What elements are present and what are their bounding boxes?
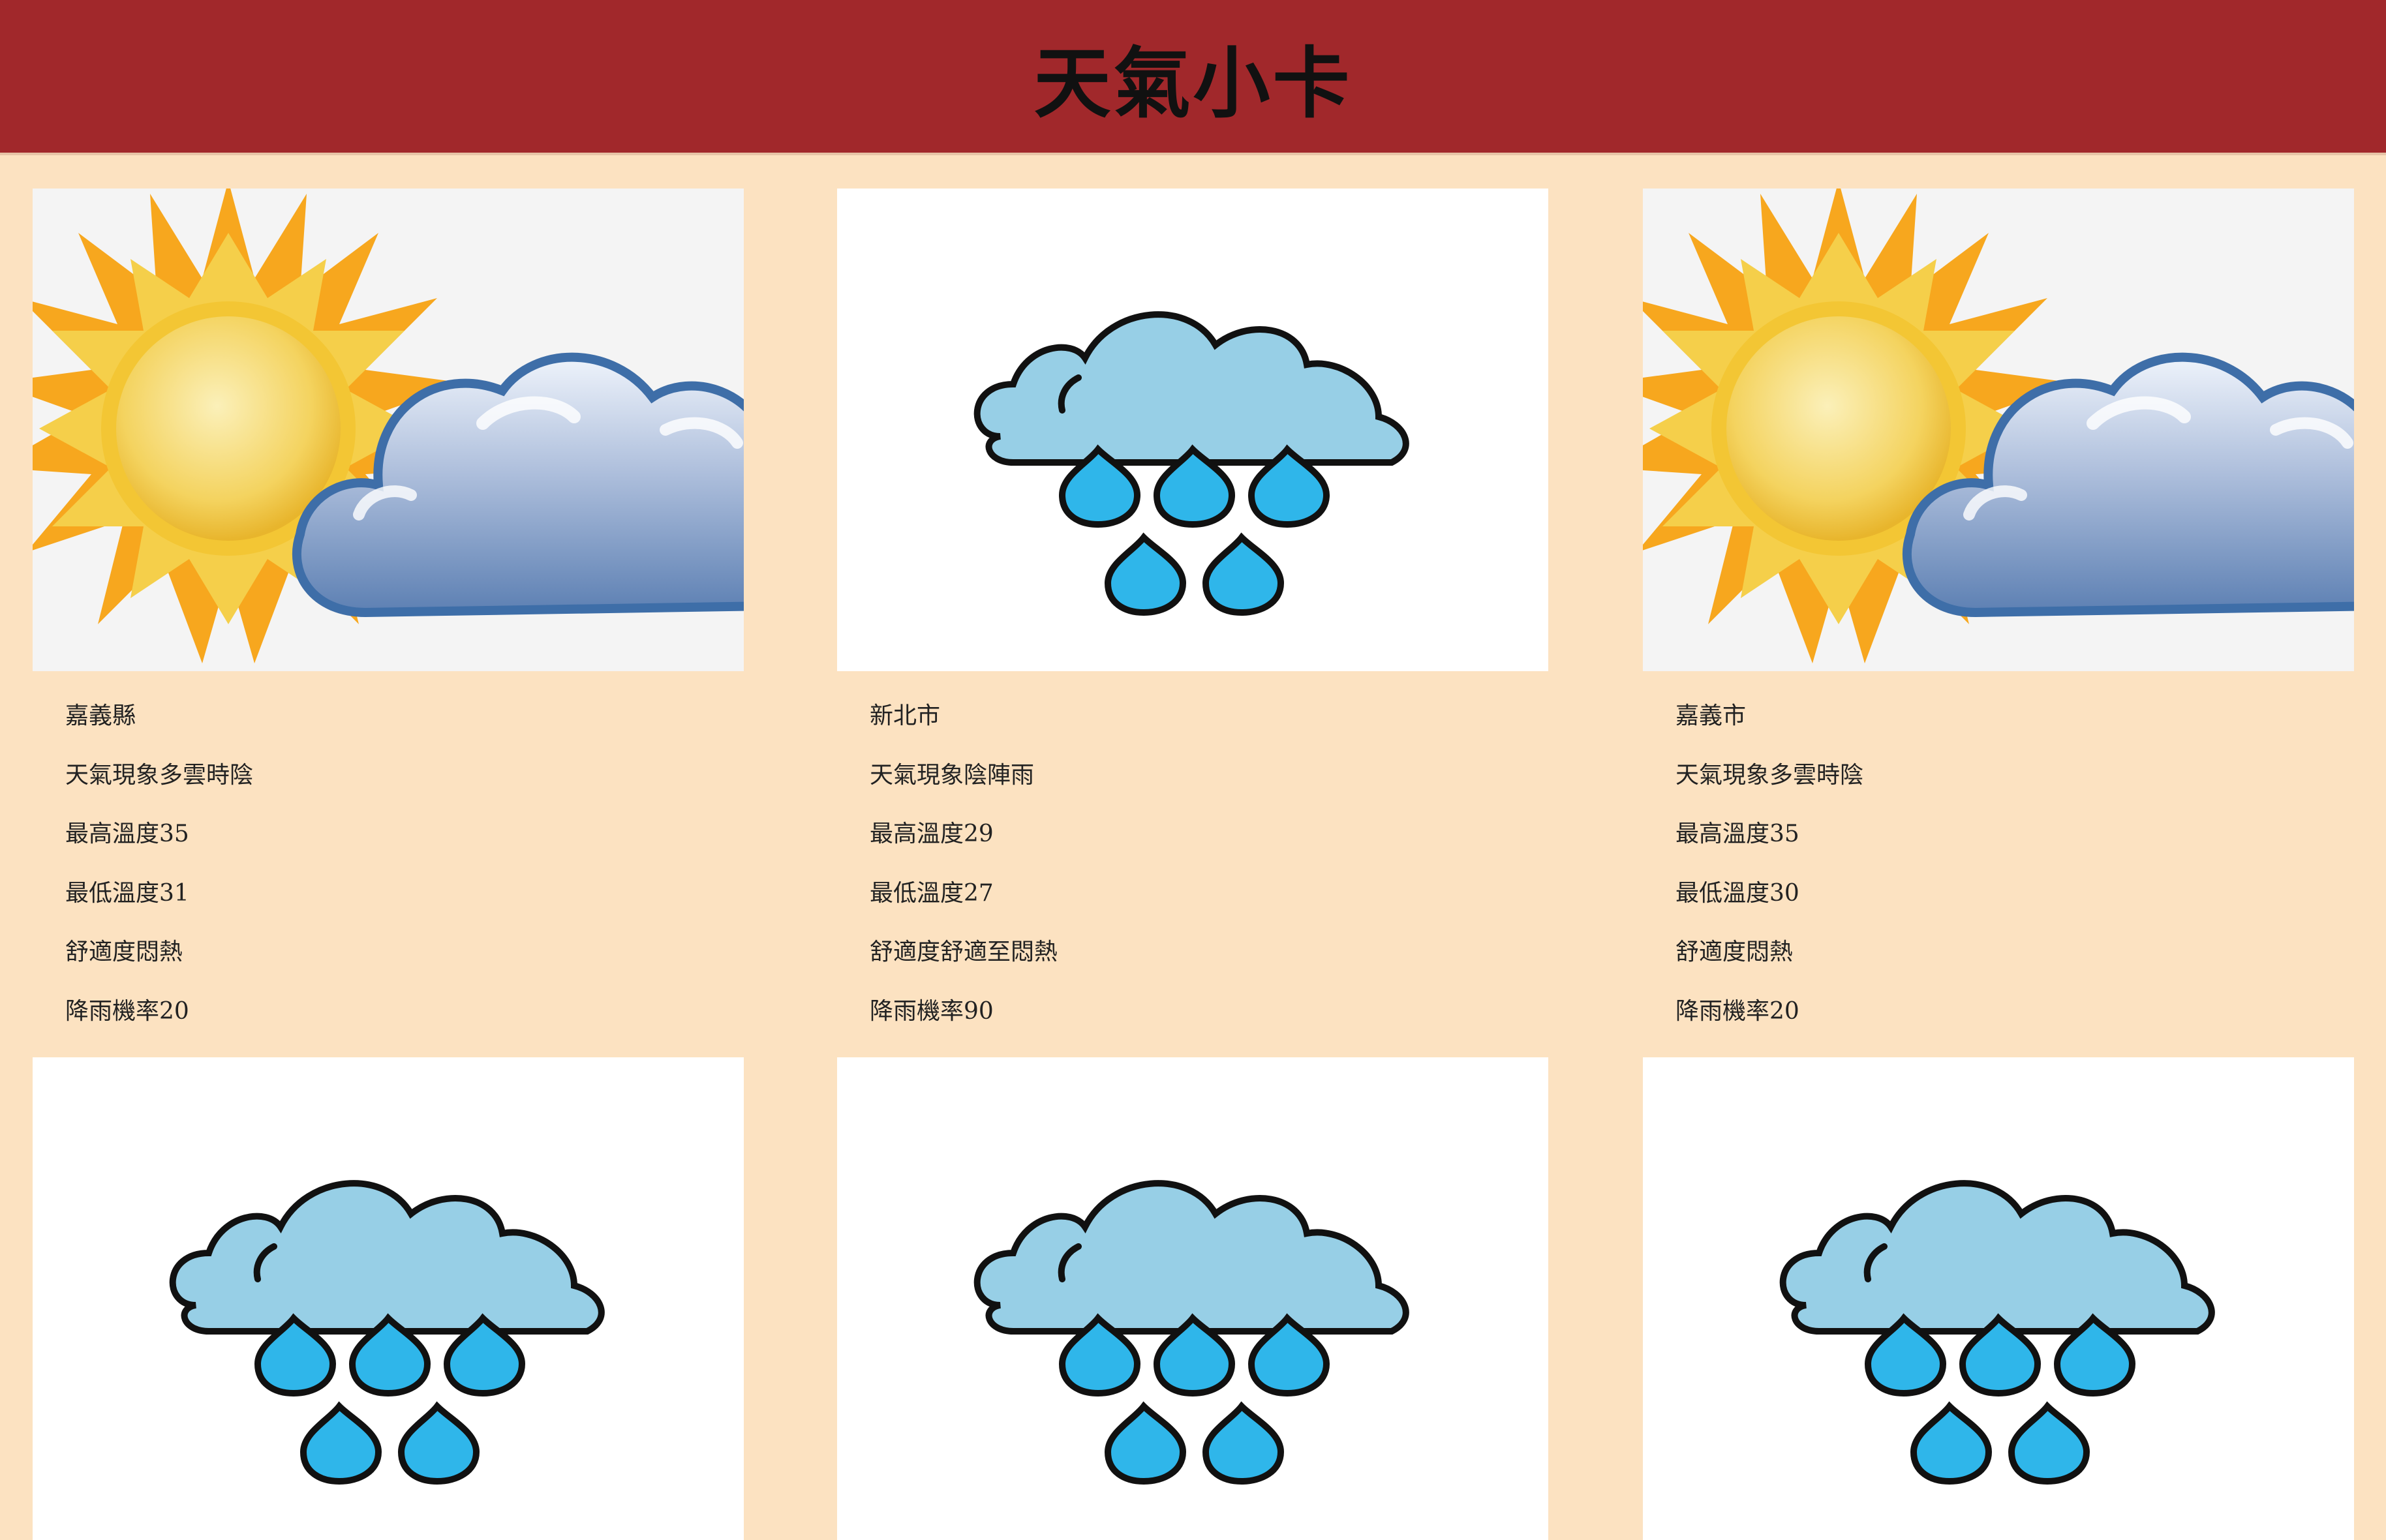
rain-probability: 降雨機率90 — [870, 997, 994, 1025]
weather-description: 天氣現象多雲時陰 — [1675, 761, 1864, 789]
weather-card: 嘉義縣 天氣現象多雲時陰 最高溫度35 最低溫度31 舒適度悶熱 降雨機率20 — [33, 189, 744, 1041]
rain-cloud-icon — [1643, 1057, 2354, 1540]
weather-card — [1643, 1057, 2354, 1540]
min-temperature: 最低溫度27 — [870, 879, 994, 907]
weather-image — [33, 189, 744, 671]
weather-image — [837, 189, 1548, 671]
weather-card — [33, 1057, 744, 1540]
weather-image — [1643, 1057, 2354, 1540]
partly-cloudy-icon — [1643, 189, 2354, 671]
rain-probability: 降雨機率20 — [65, 997, 189, 1025]
city-name: 嘉義縣 — [65, 702, 136, 729]
weather-card: 新北市 天氣現象陰陣雨 最高溫度29 最低溫度27 舒適度舒適至悶熱 降雨機率9… — [837, 189, 1548, 1041]
rain-cloud-icon — [33, 1057, 744, 1540]
rain-probability: 降雨機率20 — [1675, 997, 1799, 1025]
weather-info: 嘉義市 天氣現象多雲時陰 最高溫度35 最低溫度30 舒適度悶熱 降雨機率20 — [1643, 671, 2354, 1041]
comfort-level: 舒適度悶熱 — [65, 939, 183, 965]
max-temperature: 最高溫度35 — [65, 821, 189, 847]
max-temperature: 最高溫度35 — [1675, 821, 1799, 847]
min-temperature: 最低溫度30 — [1675, 879, 1799, 907]
city-name: 嘉義市 — [1675, 702, 1747, 729]
rain-cloud-icon — [837, 1057, 1548, 1540]
weather-image — [1643, 189, 2354, 671]
city-name: 新北市 — [870, 702, 941, 729]
weather-info: 新北市 天氣現象陰陣雨 最高溫度29 最低溫度27 舒適度舒適至悶熱 降雨機率9… — [837, 671, 1548, 1041]
rain-cloud-icon — [837, 189, 1548, 671]
page-header: 天氣小卡 — [0, 0, 2386, 155]
min-temperature: 最低溫度31 — [65, 879, 189, 907]
weather-image — [837, 1057, 1548, 1540]
weather-description: 天氣現象陰陣雨 — [870, 761, 1035, 789]
comfort-level: 舒適度悶熱 — [1675, 939, 1794, 965]
weather-image — [33, 1057, 744, 1540]
weather-card — [837, 1057, 1548, 1540]
page-title: 天氣小卡 — [1033, 38, 1353, 128]
weather-info: 嘉義縣 天氣現象多雲時陰 最高溫度35 最低溫度31 舒適度悶熱 降雨機率20 — [33, 671, 744, 1041]
weather-card: 嘉義市 天氣現象多雲時陰 最高溫度35 最低溫度30 舒適度悶熱 降雨機率20 — [1643, 189, 2354, 1041]
partly-cloudy-icon — [33, 189, 744, 671]
weather-description: 天氣現象多雲時陰 — [65, 761, 254, 789]
comfort-level: 舒適度舒適至悶熱 — [870, 939, 1058, 965]
max-temperature: 最高溫度29 — [870, 821, 994, 847]
